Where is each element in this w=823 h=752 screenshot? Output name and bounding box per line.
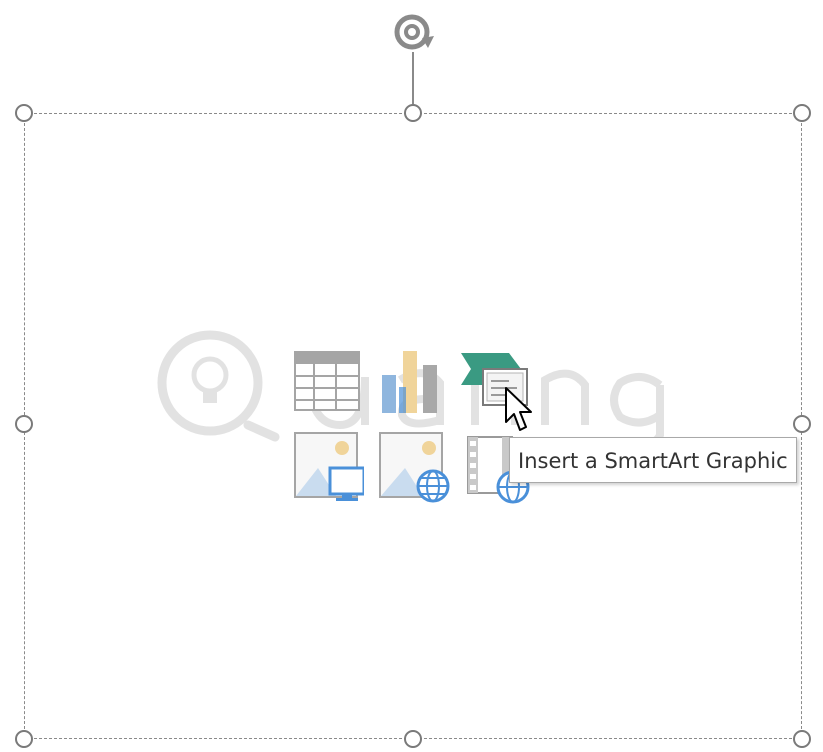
insert-pictures-icon[interactable] [292,430,364,501]
resize-handle-bottom-center[interactable] [404,730,422,748]
resize-handle-bottom-left[interactable] [15,730,33,748]
resize-handle-top-center[interactable] [404,104,422,122]
resize-handle-bottom-right[interactable] [793,730,811,748]
insert-online-pictures-icon[interactable] [377,430,450,503]
smartart-tooltip: Insert a SmartArt Graphic [509,437,797,483]
mouse-pointer-icon [504,386,534,434]
resize-handle-top-left[interactable] [15,104,33,122]
insert-chart-icon[interactable] [377,347,447,417]
rotate-handle-icon[interactable] [388,8,448,58]
resize-handle-middle-right[interactable] [793,415,811,433]
resize-handle-top-right[interactable] [793,104,811,122]
resize-handle-middle-left[interactable] [15,415,33,433]
insert-table-icon[interactable] [292,347,362,417]
rotate-handle-stem [412,52,414,104]
